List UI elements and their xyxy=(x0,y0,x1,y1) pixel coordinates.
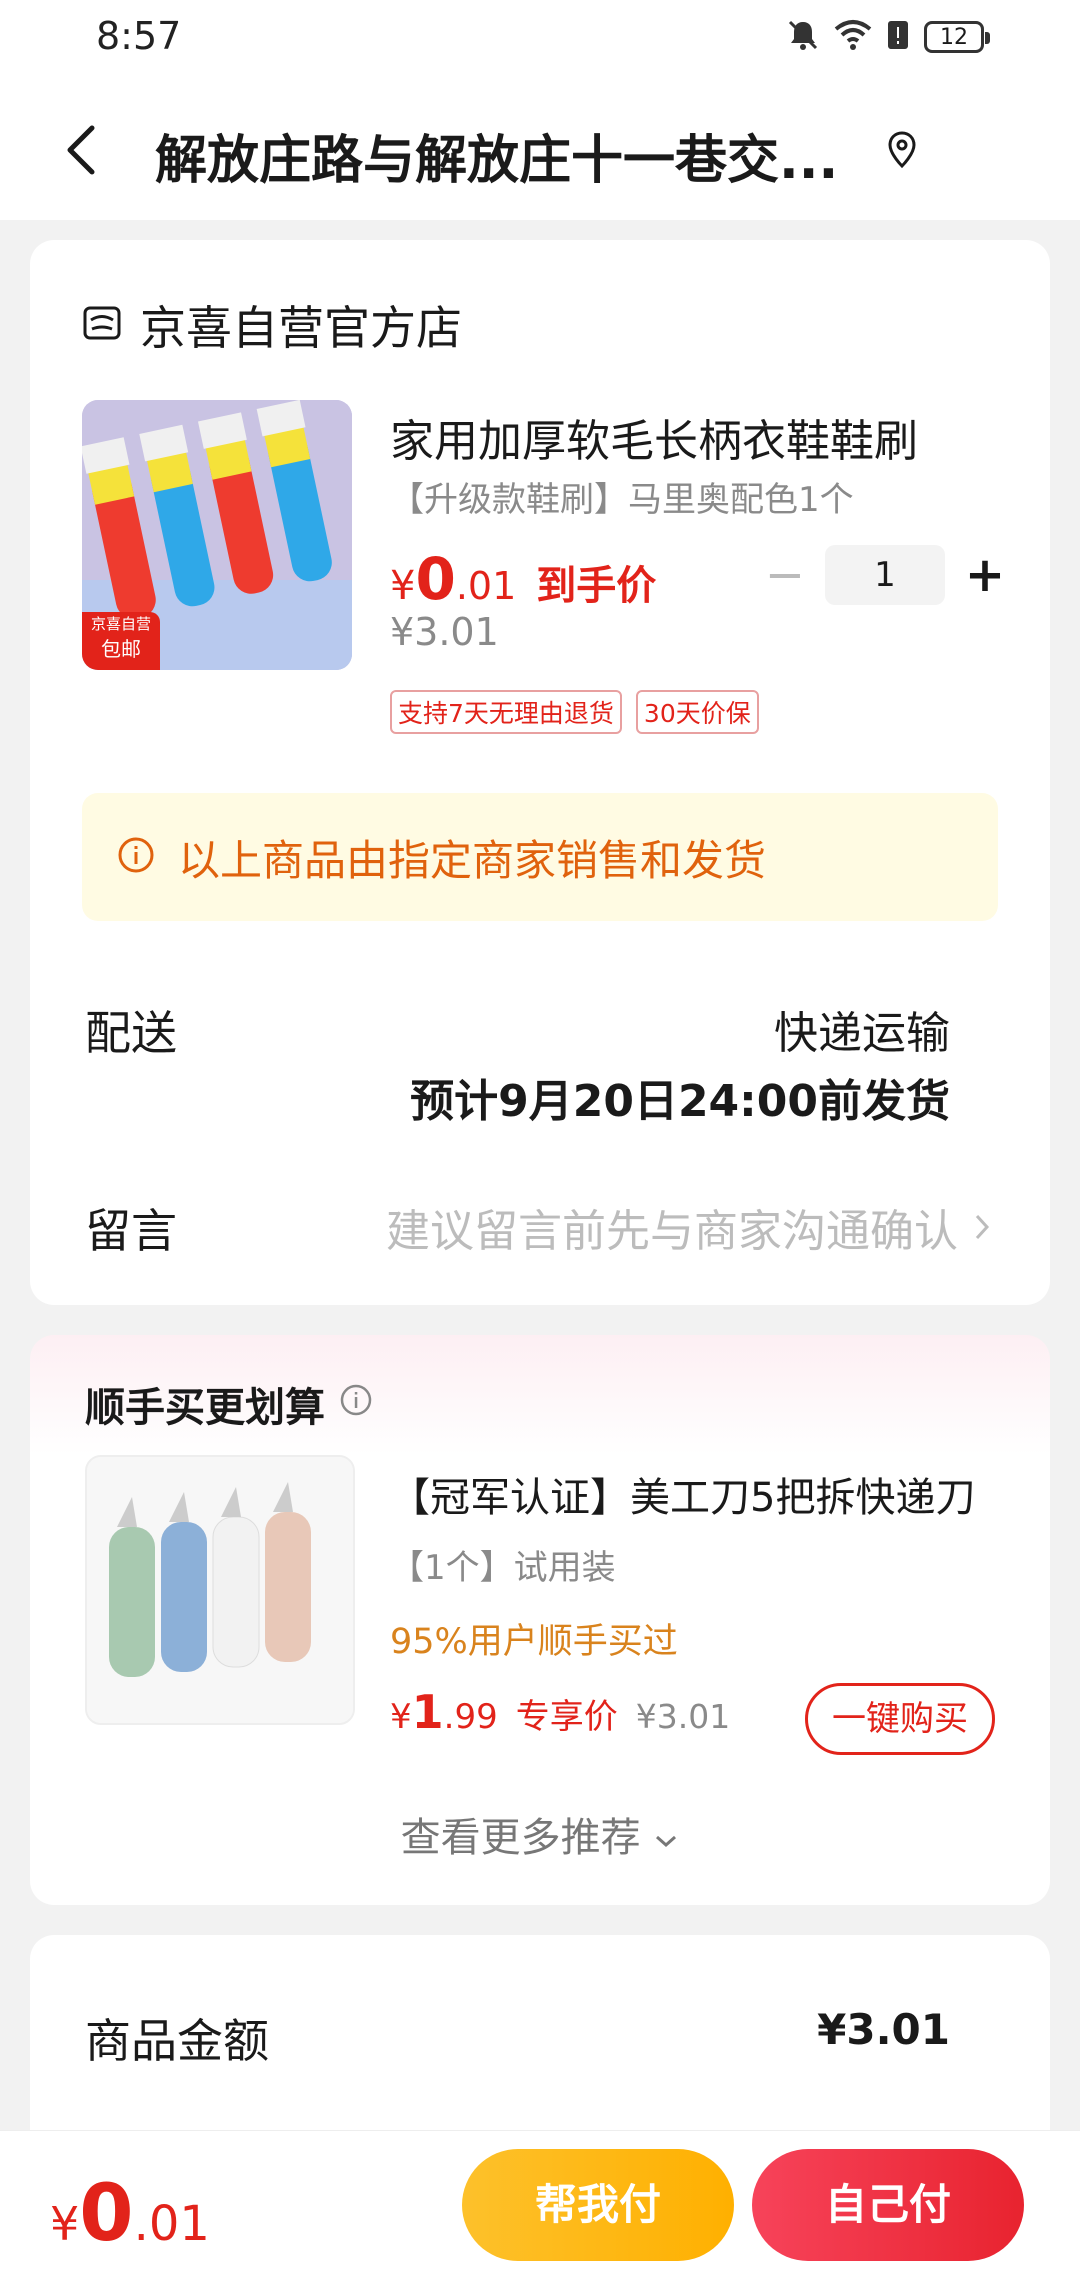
info-icon xyxy=(116,835,156,879)
service-tags: 支持7天无理由退货 30天价保 xyxy=(390,690,759,734)
view-more-label: 查看更多推荐 xyxy=(400,1815,641,1861)
original-price: ¥3.01 xyxy=(390,610,499,654)
delivery-method[interactable]: 快递运输 xyxy=(774,997,950,1061)
quantity-stepper: − 1 + xyxy=(755,545,1015,605)
memo-label: 留言 xyxy=(85,1204,177,1258)
memo-field[interactable]: 建议留言前先与商家沟通确认 xyxy=(386,1195,990,1259)
recommend-product-name[interactable]: 【冠军认证】美工刀5把拆快递刀 xyxy=(390,1465,1000,1523)
tag-return: 支持7天无理由退货 xyxy=(390,690,622,734)
product-price: ¥ 0 .01 到手价 xyxy=(390,545,656,613)
help-pay-button[interactable]: 帮我付 xyxy=(462,2149,734,2261)
order-card: 京喜自营官方店 京喜自营 包邮 家用加厚软毛长柄衣鞋鞋刷 【升级款鞋刷】马里奥配… xyxy=(30,240,1050,1305)
tag-price-protect: 30天价保 xyxy=(635,690,759,734)
increase-button[interactable]: + xyxy=(955,547,1015,603)
price-integer: 0 xyxy=(415,545,456,613)
decrease-button[interactable]: − xyxy=(755,547,815,603)
price-tag: 到手价 xyxy=(536,563,657,609)
recommend-original-price: ¥3.01 xyxy=(635,1697,731,1736)
recommend-product-spec: 【1个】试用装 xyxy=(390,1548,616,1588)
delivery-eta: 预计9月20日24:00前发货 xyxy=(410,1076,950,1127)
back-button[interactable] xyxy=(56,110,116,190)
one-click-buy-button[interactable]: 一键购买 xyxy=(805,1683,995,1755)
sim-alert-icon xyxy=(886,19,910,55)
recommend-product-image[interactable] xyxy=(85,1455,355,1725)
recommend-title-text: 顺手买更划算 xyxy=(85,1385,325,1431)
recommend-price-decimal: .99 xyxy=(443,1697,498,1737)
amount-value: ¥3.01 xyxy=(817,2005,950,2054)
recommend-title: 顺手买更划算 xyxy=(85,1375,373,1433)
wifi-icon xyxy=(834,19,872,55)
status-icons: 12 xyxy=(786,18,990,56)
price-decimal: .01 xyxy=(455,564,517,608)
total-currency: ¥ xyxy=(50,2197,80,2251)
view-more-recommend[interactable]: 查看更多推荐 xyxy=(30,1805,1050,1863)
product-title[interactable]: 家用加厚软毛长柄衣鞋鞋刷 xyxy=(390,405,1000,469)
recommend-price-currency: ¥ xyxy=(390,1697,412,1737)
status-bar: 8:57 12 xyxy=(0,0,1080,80)
status-time: 8:57 xyxy=(96,14,182,58)
shop-row[interactable]: 京喜自营官方店 xyxy=(82,292,462,358)
info-icon[interactable] xyxy=(339,1381,373,1427)
badge-bottom-text: 包邮 xyxy=(101,637,141,661)
product-image[interactable]: 京喜自营 包邮 xyxy=(82,400,352,670)
recommend-price-integer: 1 xyxy=(411,1685,444,1739)
total-integer: 0 xyxy=(79,2169,134,2259)
notice-text: 以上商品由指定商家销售和发货 xyxy=(178,835,767,885)
battery-icon: 12 xyxy=(924,21,990,53)
delivery-label: 配送 xyxy=(85,1006,177,1060)
shop-icon xyxy=(82,303,122,347)
chevron-down-icon xyxy=(653,1815,679,1861)
price-currency: ¥ xyxy=(390,563,416,609)
seller-notice: 以上商品由指定商家销售和发货 xyxy=(82,793,998,921)
recommend-users-stat: 95%用户顺手买过 xyxy=(390,1622,678,1662)
memo-placeholder: 建议留言前先与商家沟通确认 xyxy=(386,1206,958,1257)
shop-name: 京喜自营官方店 xyxy=(140,301,462,355)
address-title[interactable]: 解放庄路与解放庄十一巷交... xyxy=(155,118,838,193)
recommend-price: ¥ 1 .99 专享价 ¥3.01 xyxy=(390,1685,730,1739)
chevron-right-icon xyxy=(974,1202,990,1253)
amount-label: 商品金额 xyxy=(85,2014,269,2068)
recommend-price-label: 专享价 xyxy=(515,1697,618,1737)
free-shipping-badge: 京喜自营 包邮 xyxy=(82,612,160,670)
quantity-value[interactable]: 1 xyxy=(825,545,945,605)
total-price: ¥ 0 .01 xyxy=(50,2169,210,2259)
self-pay-button[interactable]: 自己付 xyxy=(752,2149,1024,2261)
checkout-bar: ¥ 0 .01 帮我付 自己付 xyxy=(0,2130,1080,2280)
header: 解放庄路与解放庄十一巷交... xyxy=(0,80,1080,220)
total-decimal: .01 xyxy=(133,2196,210,2252)
product-spec: 【升级款鞋刷】马里奥配色1个 xyxy=(390,480,854,520)
recommend-card: 顺手买更划算 【冠军认证】美工刀5把拆快递刀 【1个】试用装 95%用户顺手买过… xyxy=(30,1335,1050,1905)
badge-top-text: 京喜自营 xyxy=(90,615,151,633)
location-pin-icon[interactable] xyxy=(885,130,919,170)
mute-icon xyxy=(786,18,820,56)
